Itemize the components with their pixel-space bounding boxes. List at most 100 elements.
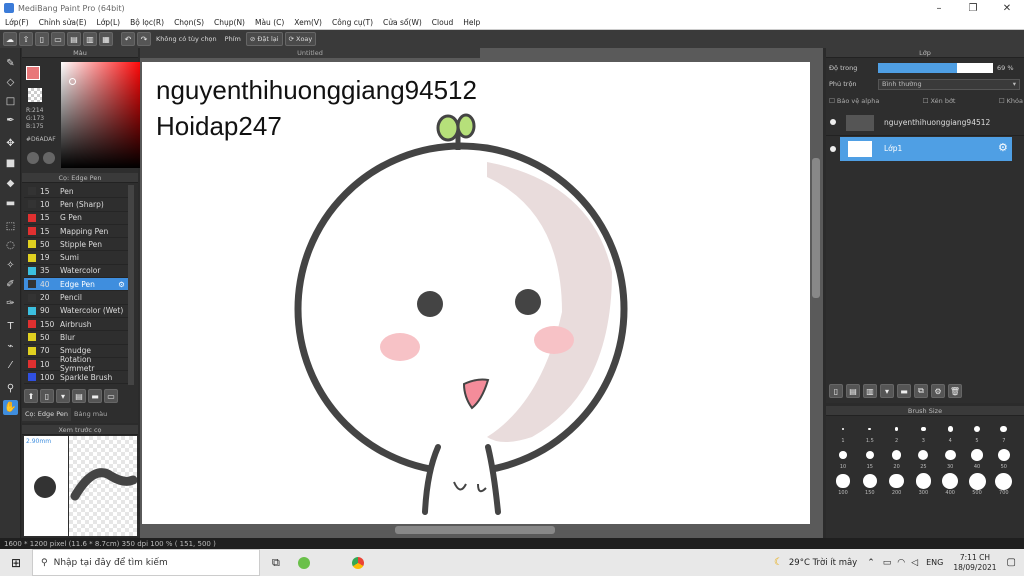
menu-layer[interactable]: Lớp(L) (92, 18, 126, 27)
select-tool-icon[interactable]: ⬚ (3, 219, 18, 234)
visibility-icon[interactable] (830, 119, 836, 125)
eraser-tool-icon[interactable]: ◇ (3, 75, 18, 90)
brush-new-icon[interactable]: ▯ (40, 389, 54, 403)
dot-tool-icon[interactable]: □ (3, 94, 18, 109)
opacity-slider[interactable] (878, 63, 993, 73)
layer-row-selected[interactable]: Lớp1 ⚙ (826, 137, 1024, 161)
halftone-layer-icon[interactable]: ▥ (863, 384, 877, 398)
brush-list-item[interactable]: 20 Pencil (24, 291, 128, 305)
delete-layer-icon[interactable]: 🗑 (948, 384, 962, 398)
brush-settings-gear-icon[interactable]: ⚙ (118, 280, 125, 289)
menu-snap[interactable]: Chụp(N) (209, 18, 250, 27)
clipping-checkbox[interactable]: ☐ Xén bớt (923, 97, 956, 105)
brush-size-cell[interactable]: 150 (857, 472, 883, 496)
brush-size-cell[interactable]: 20 (884, 446, 910, 470)
menu-tools[interactable]: Công cụ(T) (327, 18, 378, 27)
select-pen-icon[interactable]: ✐ (3, 277, 18, 292)
brush-size-cell[interactable]: 400 (937, 472, 963, 496)
brush-size-cell[interactable]: 40 (964, 446, 990, 470)
pen-tool-icon[interactable]: ✒ (3, 113, 18, 128)
document-tab[interactable]: Untitled (140, 48, 480, 58)
rotate-button[interactable]: ⟳ Xoay (284, 32, 317, 46)
language-indicator[interactable]: ENG (926, 558, 943, 567)
brush-list-item[interactable]: 50 Blur (24, 331, 128, 345)
brush-size-cell[interactable]: 4 (937, 420, 963, 444)
protect-alpha-checkbox[interactable]: ☐ Bảo vệ alpha (829, 97, 879, 105)
color-picker-cursor[interactable] (69, 78, 76, 85)
brush-size-cell[interactable]: 25 (910, 446, 936, 470)
brush-add-icon[interactable]: ⬆ (24, 389, 38, 403)
brush-list-item[interactable]: 100 Sparkle Brush (24, 371, 128, 385)
zoom-tool-icon[interactable]: ⚲ (3, 381, 18, 396)
color-saturation-picker[interactable] (61, 62, 143, 168)
brush-copy-icon[interactable]: ▤ (72, 389, 86, 403)
brush-tool-icon[interactable]: ✎ (3, 56, 18, 71)
brush-size-cell[interactable]: 5 (964, 420, 990, 444)
lock-checkbox[interactable]: ☐ Khóa (999, 97, 1023, 105)
tray-chevron-icon[interactable]: ⌃ (867, 558, 875, 568)
brush-delete-icon[interactable]: ▭ (104, 389, 118, 403)
brush-size-cell[interactable]: 50 (991, 446, 1017, 470)
folder-icon[interactable]: ▬ (897, 384, 911, 398)
menu-view[interactable]: Xem(V) (289, 18, 327, 27)
brush-size-cell[interactable]: 15 (857, 446, 883, 470)
fill-rect-icon[interactable]: ■ (3, 156, 18, 171)
hand-tool-icon[interactable]: ✋ (3, 400, 18, 415)
windows-start-icon[interactable]: ⊞ (0, 556, 32, 570)
minimize-button[interactable]: – (922, 0, 956, 16)
color-wheel-icon[interactable] (43, 152, 55, 164)
brush-list-item[interactable]: 10 Rotation Symmetr (24, 355, 128, 373)
brush-menu-icon[interactable]: ▾ (56, 389, 70, 403)
chrome-icon[interactable] (351, 556, 364, 569)
tab-brush[interactable]: Cọ: Edge Pen (22, 408, 72, 421)
layer-settings-icon[interactable]: ⚙ (931, 384, 945, 398)
menu-color[interactable]: Màu (C) (250, 18, 289, 27)
volume-icon[interactable]: ◁ (911, 558, 918, 568)
text-tool-icon[interactable]: T (3, 319, 18, 334)
grid-icon[interactable]: ▦ (99, 32, 113, 46)
brush-list-scrollbar[interactable] (128, 185, 134, 385)
weather-text[interactable]: 29°C Trời ít mây (789, 558, 857, 568)
bucket-tool-icon[interactable]: ◆ (3, 176, 18, 191)
select-eraser-icon[interactable]: ✑ (3, 296, 18, 311)
new-file-icon[interactable]: ▯ (35, 32, 49, 46)
network-icon[interactable]: ▭ (883, 558, 892, 568)
brush-size-cell[interactable]: 700 (991, 472, 1017, 496)
brush-folder-icon[interactable]: ▬ (88, 389, 102, 403)
brush-list-item[interactable]: 150 Airbrush (24, 318, 128, 332)
brush-list-item[interactable]: 90 Watercolor (Wet) (24, 305, 128, 318)
clock[interactable]: 7:11 CH 18/09/2021 (953, 553, 996, 573)
menu-help[interactable]: Help (458, 18, 485, 27)
menu-select[interactable]: Chọn(S) (169, 18, 209, 27)
brush-size-cell[interactable]: 7 (991, 420, 1017, 444)
menu-window[interactable]: Cửa sổ(W) (378, 18, 427, 27)
upload-icon[interactable]: ⇧ (19, 32, 33, 46)
export-icon[interactable]: ▥ (83, 32, 97, 46)
taskbar-search-box[interactable]: ⚲ Nhập tại đây để tìm kiếm (32, 549, 260, 576)
brush-size-cell[interactable]: 30 (937, 446, 963, 470)
brush-list-item[interactable]: 50 Stipple Pen (24, 238, 128, 252)
foreground-color-swatch[interactable] (26, 66, 40, 80)
menu-file[interactable]: Lớp(F) (0, 18, 34, 27)
lasso-tool-icon[interactable]: ◌ (3, 238, 18, 253)
redo-icon[interactable]: ↷ (137, 32, 151, 46)
menu-cloud[interactable]: Cloud (427, 18, 458, 27)
move-tool-icon[interactable]: ✥ (3, 136, 18, 151)
brush-size-cell[interactable]: 500 (964, 472, 990, 496)
brush-size-cell[interactable]: 10 (830, 446, 856, 470)
cloud-icon[interactable]: ☁ (3, 32, 17, 46)
copy-layer-icon[interactable]: ▤ (846, 384, 860, 398)
add-layer-menu-icon[interactable]: ▾ (880, 384, 894, 398)
brush-list-item[interactable]: 35 Watercolor (24, 265, 128, 279)
brush-size-cell[interactable]: 1 (830, 420, 856, 444)
menu-filter[interactable]: Bộ lọc(R) (125, 18, 169, 27)
blend-mode-select[interactable]: Bình thường ▾ (878, 79, 1020, 90)
layer-row[interactable]: nguyenthihuonggiang94512 (826, 110, 1024, 136)
close-button[interactable]: ✕ (990, 0, 1024, 16)
undo-icon[interactable]: ↶ (121, 32, 135, 46)
background-color-swatch[interactable] (28, 88, 42, 102)
reset-button[interactable]: ⊘ Đặt lại (245, 32, 283, 46)
visibility-icon[interactable] (830, 146, 836, 152)
brush-list-item[interactable]: 15 Pen (24, 185, 128, 199)
brush-size-cell[interactable]: 1.5 (857, 420, 883, 444)
